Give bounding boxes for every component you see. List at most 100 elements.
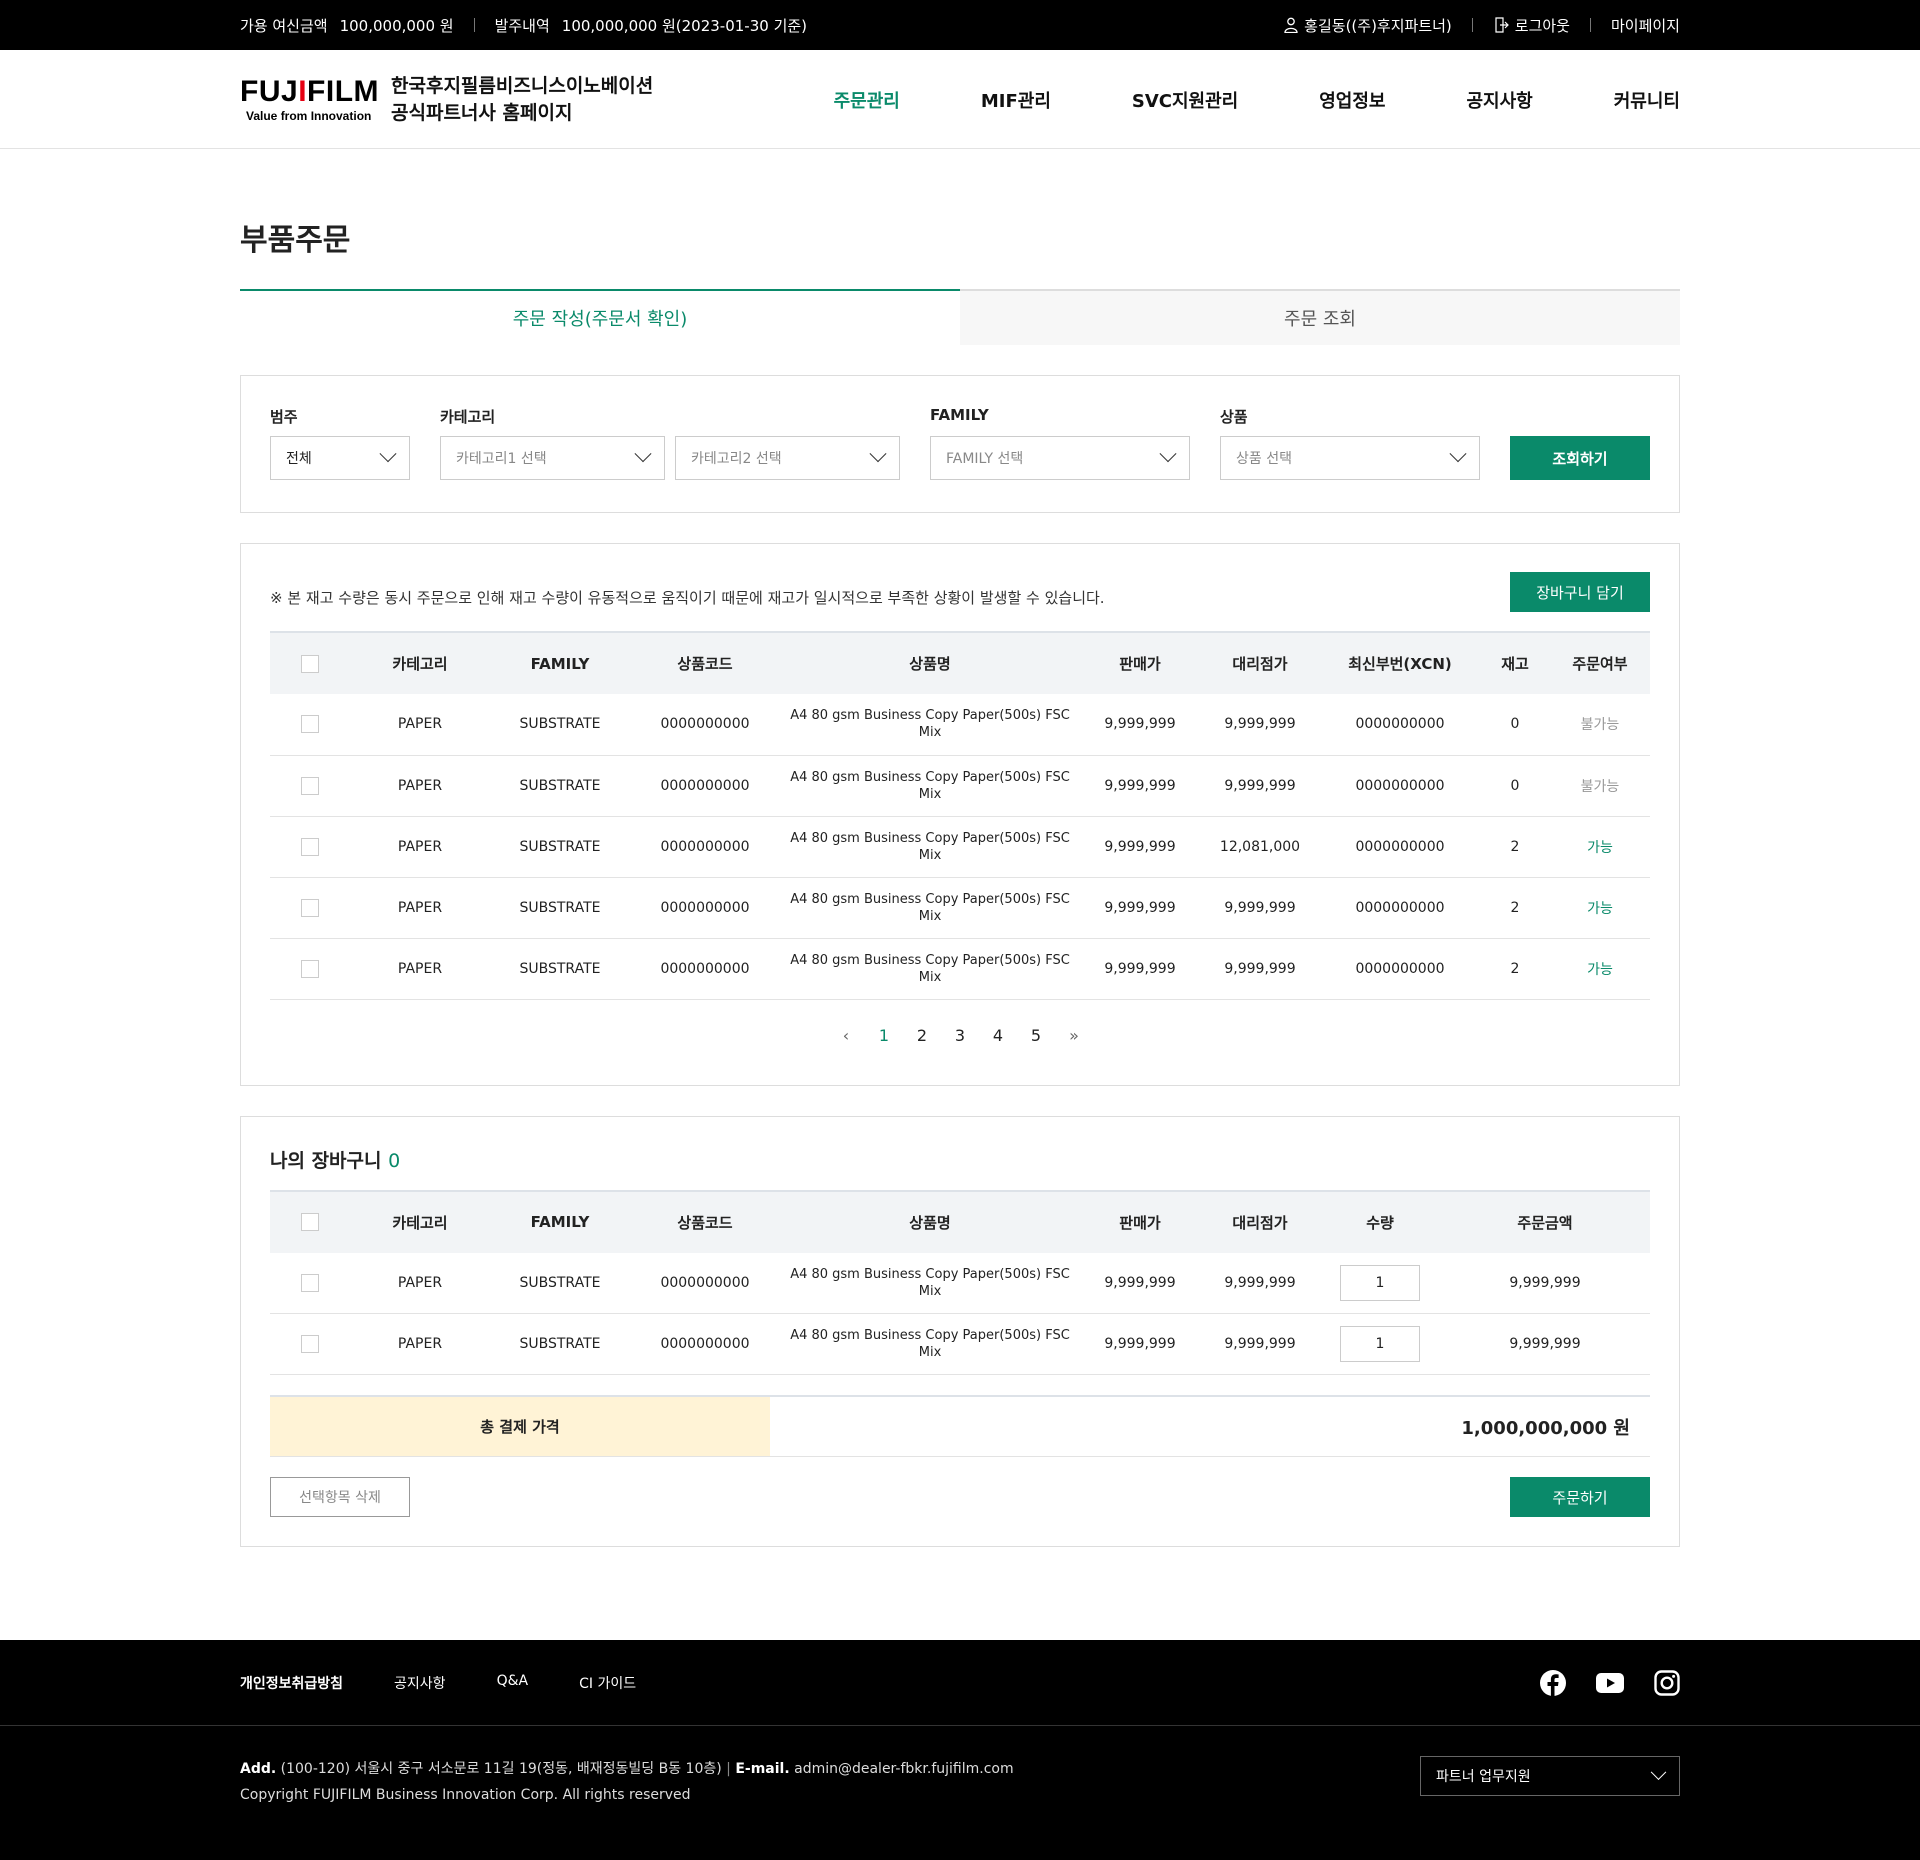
scope-select[interactable]: 전체 xyxy=(270,436,410,480)
brand[interactable]: FUJIFILM Value from Innovation 한국후지필름비즈니… xyxy=(240,73,653,127)
delete-selected-button[interactable]: 선택항목 삭제 xyxy=(270,1477,410,1517)
product-select[interactable]: 상품 선택 xyxy=(1220,436,1480,480)
total-price-row: 총 결제 가격 1,000,000,000 원 xyxy=(270,1395,1650,1457)
cell-price: 9,999,999 xyxy=(1104,777,1176,794)
select-all-checkbox[interactable] xyxy=(301,1213,319,1232)
copyright: Copyright FUJIFILM Business Innovation C… xyxy=(240,1787,691,1803)
page-4[interactable]: 4 xyxy=(979,1026,1017,1045)
cell-dealer-price: 9,999,999 xyxy=(1224,777,1296,794)
table-row: PAPER SUBSTRATE 0000000000 A4 80 gsm Bus… xyxy=(270,1314,1650,1375)
mypage-link[interactable]: 마이페이지 xyxy=(1611,15,1680,36)
cell-price: 9,999,999 xyxy=(1104,716,1176,733)
footer-link-privacy[interactable]: 개인정보취급방침 xyxy=(240,1673,343,1693)
header-name: 상품명 xyxy=(909,1213,951,1232)
cart-title: 나의 장바구니 0 xyxy=(270,1149,401,1172)
row-checkbox[interactable] xyxy=(301,837,319,856)
row-checkbox[interactable] xyxy=(301,898,319,917)
cell-xcn: 0000000000 xyxy=(1355,716,1445,733)
footer-link-qna[interactable]: Q&A xyxy=(497,1673,529,1693)
user-name: 홍길동((주)후지파트너) xyxy=(1304,16,1452,35)
facebook-icon[interactable] xyxy=(1540,1670,1566,1696)
header-name: 상품명 xyxy=(909,655,951,673)
youtube-icon[interactable] xyxy=(1596,1673,1624,1693)
nav-sales-info[interactable]: 영업정보 xyxy=(1319,87,1385,113)
cell-stock: 0 xyxy=(1510,777,1520,794)
header-price: 판매가 xyxy=(1119,655,1161,673)
partner-support-select[interactable]: 파트너 업무지원 xyxy=(1420,1756,1680,1796)
total-price-label: 총 결제 가격 xyxy=(270,1397,770,1456)
select-all-checkbox[interactable] xyxy=(301,654,319,673)
table-row: PAPER SUBSTRATE 0000000000 A4 80 gsm Bus… xyxy=(270,938,1650,999)
category2-select[interactable]: 카테고리2 선택 xyxy=(675,436,900,480)
header-code: 상품코드 xyxy=(677,655,733,673)
row-checkbox[interactable] xyxy=(301,1335,319,1353)
chevron-down-icon xyxy=(869,445,887,463)
stock-notice: ※ 본 재고 수량은 동시 주문으로 인해 재고 수량이 유동적으로 움직이기 … xyxy=(270,588,1105,607)
cell-xcn: 0000000000 xyxy=(1355,960,1445,977)
cell-code: 0000000000 xyxy=(660,1336,750,1352)
search-button[interactable]: 조회하기 xyxy=(1510,436,1650,480)
order-tabs: 주문 작성(주문서 확인) 주문 조회 xyxy=(240,289,1680,345)
user-info[interactable]: 홍길동((주)후지파트너) xyxy=(1284,15,1452,36)
logout-link[interactable]: 로그아웃 xyxy=(1493,15,1570,36)
page-2[interactable]: 2 xyxy=(903,1026,941,1045)
cell-family: SUBSTRATE xyxy=(519,777,601,794)
cell-dealer-price: 9,999,999 xyxy=(1224,960,1296,977)
quantity-input[interactable]: 1 xyxy=(1340,1326,1420,1362)
nav-community[interactable]: 커뮤니티 xyxy=(1614,87,1680,113)
chevron-down-icon xyxy=(1159,445,1177,463)
page-3[interactable]: 3 xyxy=(941,1026,979,1045)
footer-link-notices[interactable]: 공지사항 xyxy=(394,1673,446,1693)
cell-dealer-price: 9,999,999 xyxy=(1224,1274,1296,1291)
page-1[interactable]: 1 xyxy=(865,1026,903,1045)
chevron-down-icon xyxy=(634,445,652,463)
cell-family: SUBSTRATE xyxy=(519,899,601,916)
tab-order-create[interactable]: 주문 작성(주문서 확인) xyxy=(240,289,960,345)
cell-status: 불가능 xyxy=(1580,778,1620,795)
nav-notices[interactable]: 공지사항 xyxy=(1467,87,1533,113)
category1-select[interactable]: 카테고리1 선택 xyxy=(440,436,665,480)
family-select[interactable]: FAMILY 선택 xyxy=(930,436,1190,480)
header-orderable: 주문여부 xyxy=(1572,655,1628,673)
main-nav: 주문관리 MIF관리 SVC지원관리 영업정보 공지사항 커뮤니티 xyxy=(753,87,1680,113)
header-amount: 주문금액 xyxy=(1517,1213,1573,1232)
row-checkbox[interactable] xyxy=(301,776,319,795)
pagination: ‹ 1 2 3 4 5 » xyxy=(270,1026,1650,1045)
credit-value: 100,000,000 원 xyxy=(339,16,454,35)
cell-stock: 0 xyxy=(1510,716,1520,733)
social-links xyxy=(1540,1670,1680,1696)
quantity-input[interactable]: 1 xyxy=(1340,1264,1420,1301)
nav-svc-support[interactable]: SVC지원관리 xyxy=(1132,87,1238,113)
tab-order-inquiry[interactable]: 주문 조회 xyxy=(960,289,1680,345)
cell-code: 0000000000 xyxy=(660,1274,750,1291)
cell-code: 0000000000 xyxy=(660,899,750,916)
nav-order-management[interactable]: 주문관리 xyxy=(834,87,900,113)
row-checkbox[interactable] xyxy=(301,959,319,978)
cell-xcn: 0000000000 xyxy=(1355,899,1445,916)
cell-amount: 9,999,999 xyxy=(1509,1336,1581,1352)
divider xyxy=(1589,18,1591,32)
cell-stock: 2 xyxy=(1510,838,1520,855)
add-to-cart-button[interactable]: 장바구니 담기 xyxy=(1510,572,1650,612)
row-checkbox[interactable] xyxy=(301,1273,319,1292)
header-family: FAMILY xyxy=(530,1213,590,1231)
header-dealer-price: 대리점가 xyxy=(1232,655,1288,673)
instagram-icon[interactable] xyxy=(1654,1670,1680,1696)
table-row: PAPER SUBSTRATE 0000000000 A4 80 gsm Bus… xyxy=(270,1253,1650,1314)
divider xyxy=(1471,18,1473,32)
prev-page-button[interactable]: ‹ xyxy=(827,1026,865,1045)
cell-category: PAPER xyxy=(397,777,443,794)
row-checkbox[interactable] xyxy=(301,715,319,734)
page-5[interactable]: 5 xyxy=(1017,1026,1055,1045)
place-order-button[interactable]: 주문하기 xyxy=(1510,1477,1650,1517)
cell-name: A4 80 gsm Business Copy Paper(500s) FSC M… xyxy=(790,708,1070,741)
fujifilm-logo: FUJIFILM Value from Innovation xyxy=(240,75,380,123)
nav-mif-management[interactable]: MIF관리 xyxy=(981,87,1051,113)
cell-price: 9,999,999 xyxy=(1104,1336,1176,1352)
last-page-button[interactable]: » xyxy=(1055,1026,1093,1045)
footer-link-ci-guide[interactable]: CI 가이드 xyxy=(579,1673,636,1693)
main-content: 부품주문 주문 작성(주문서 확인) 주문 조회 범주 전체 카테고리 카테고리… xyxy=(240,215,1680,1547)
cell-code: 0000000000 xyxy=(660,716,750,733)
table-row: PAPER SUBSTRATE 0000000000 A4 80 gsm Bus… xyxy=(270,755,1650,816)
header-code: 상품코드 xyxy=(677,1213,733,1232)
